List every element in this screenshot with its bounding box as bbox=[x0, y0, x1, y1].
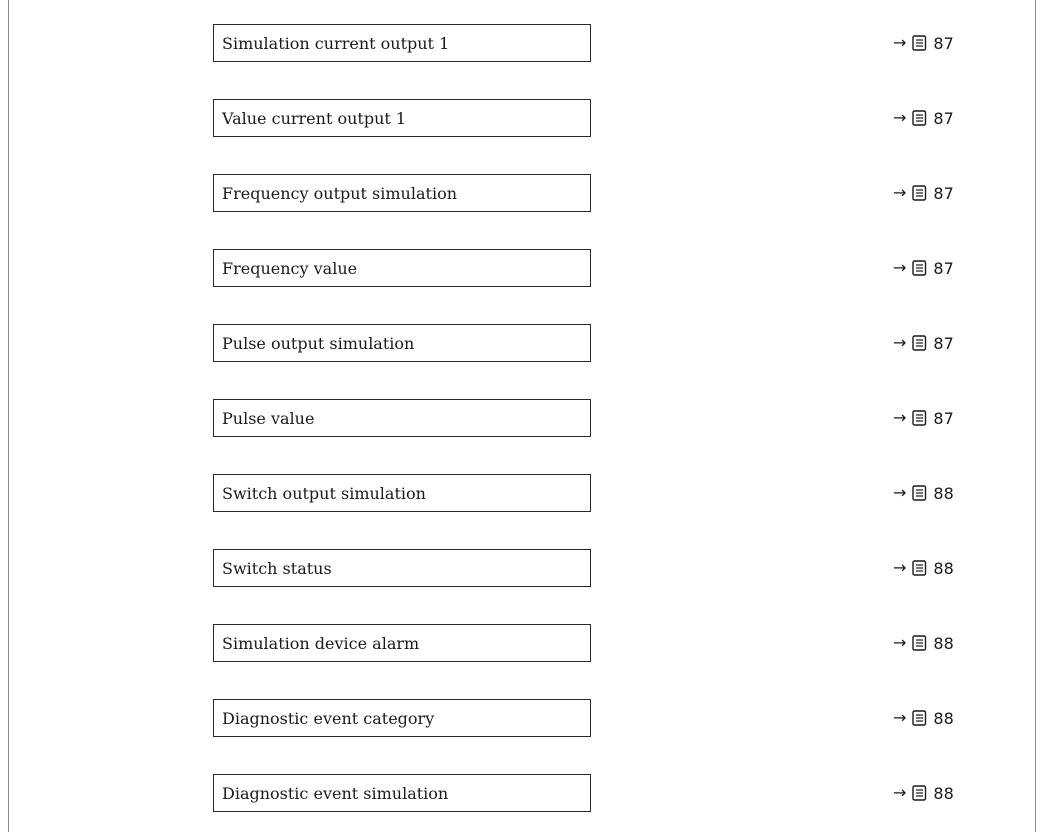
parameter-box[interactable]: Frequency output simulation bbox=[213, 174, 591, 212]
page-reference-link[interactable]: → 88 bbox=[893, 699, 954, 737]
book-icon bbox=[912, 110, 927, 126]
parameter-box[interactable]: Pulse output simulation bbox=[213, 324, 591, 362]
page-number: 88 bbox=[933, 783, 954, 803]
parameter-box[interactable]: Simulation current output 1 bbox=[213, 24, 591, 62]
page-number: 88 bbox=[933, 558, 954, 578]
page-reference-link[interactable]: → 87 bbox=[893, 399, 954, 437]
page-reference-link[interactable]: → 87 bbox=[893, 99, 954, 137]
parameter-box[interactable]: Switch status bbox=[213, 549, 591, 587]
parameter-row: Pulse value → 87 bbox=[0, 399, 1043, 437]
parameter-label: Pulse value bbox=[222, 408, 315, 428]
book-icon bbox=[912, 785, 927, 801]
parameter-box[interactable]: Diagnostic event category bbox=[213, 699, 591, 737]
page-reference-link[interactable]: → 87 bbox=[893, 249, 954, 287]
parameter-label: Simulation current output 1 bbox=[222, 33, 450, 53]
book-icon bbox=[912, 410, 927, 426]
parameter-row: Simulation device alarm → 88 bbox=[0, 624, 1043, 662]
page-reference-link[interactable]: → 88 bbox=[893, 774, 954, 812]
page-reference-link[interactable]: → 88 bbox=[893, 624, 954, 662]
parameter-row: Value current output 1 → 87 bbox=[0, 99, 1043, 137]
right-arrow-icon: → bbox=[893, 708, 907, 727]
parameter-label: Value current output 1 bbox=[222, 108, 407, 128]
page-number: 87 bbox=[933, 108, 954, 128]
page-number: 88 bbox=[933, 633, 954, 653]
right-arrow-icon: → bbox=[893, 33, 907, 52]
parameter-label: Diagnostic event category bbox=[222, 708, 435, 728]
parameter-label: Frequency output simulation bbox=[222, 183, 457, 203]
right-arrow-icon: → bbox=[893, 183, 907, 202]
page-reference-link[interactable]: → 87 bbox=[893, 324, 954, 362]
book-icon bbox=[912, 635, 927, 651]
book-icon bbox=[912, 35, 927, 51]
parameter-label: Frequency value bbox=[222, 258, 358, 278]
right-arrow-icon: → bbox=[893, 333, 907, 352]
page-number: 88 bbox=[933, 708, 954, 728]
page-number: 87 bbox=[933, 333, 954, 353]
right-arrow-icon: → bbox=[893, 633, 907, 652]
parameter-row: Simulation current output 1 → 87 bbox=[0, 24, 1043, 62]
right-arrow-icon: → bbox=[893, 783, 907, 802]
right-arrow-icon: → bbox=[893, 108, 907, 127]
book-icon bbox=[912, 560, 927, 576]
page-number: 87 bbox=[933, 33, 954, 53]
parameter-row: Frequency value → 87 bbox=[0, 249, 1043, 287]
parameter-label: Pulse output simulation bbox=[222, 333, 415, 353]
parameter-box[interactable]: Value current output 1 bbox=[213, 99, 591, 137]
parameter-row: Frequency output simulation → 87 bbox=[0, 174, 1043, 212]
book-icon bbox=[912, 485, 927, 501]
parameter-box[interactable]: Simulation device alarm bbox=[213, 624, 591, 662]
book-icon bbox=[912, 710, 927, 726]
parameter-row: Switch output simulation → 88 bbox=[0, 474, 1043, 512]
parameter-label: Switch output simulation bbox=[222, 483, 426, 503]
right-arrow-icon: → bbox=[893, 258, 907, 277]
book-icon bbox=[912, 260, 927, 276]
right-arrow-icon: → bbox=[893, 408, 907, 427]
parameter-label: Switch status bbox=[222, 558, 332, 578]
parameter-box[interactable]: Diagnostic event simulation bbox=[213, 774, 591, 812]
parameter-row: Switch status → 88 bbox=[0, 549, 1043, 587]
parameter-row: Pulse output simulation → 87 bbox=[0, 324, 1043, 362]
parameter-box[interactable]: Frequency value bbox=[213, 249, 591, 287]
page-reference-link[interactable]: → 87 bbox=[893, 24, 954, 62]
page-number: 87 bbox=[933, 258, 954, 278]
page-reference-link[interactable]: → 88 bbox=[893, 474, 954, 512]
parameter-box[interactable]: Pulse value bbox=[213, 399, 591, 437]
right-arrow-icon: → bbox=[893, 558, 907, 577]
book-icon bbox=[912, 335, 927, 351]
page-reference-link[interactable]: → 87 bbox=[893, 174, 954, 212]
book-icon bbox=[912, 185, 927, 201]
page-reference-link[interactable]: → 88 bbox=[893, 549, 954, 587]
page-number: 87 bbox=[933, 183, 954, 203]
page-number: 87 bbox=[933, 408, 954, 428]
parameter-label: Diagnostic event simulation bbox=[222, 783, 449, 803]
parameter-box[interactable]: Switch output simulation bbox=[213, 474, 591, 512]
parameter-row: Diagnostic event simulation → 88 bbox=[0, 774, 1043, 812]
parameter-label: Simulation device alarm bbox=[222, 633, 420, 653]
parameter-row: Diagnostic event category → 88 bbox=[0, 699, 1043, 737]
parameter-list: Simulation current output 1 → 87 Value c… bbox=[0, 0, 1043, 829]
page-number: 88 bbox=[933, 483, 954, 503]
right-arrow-icon: → bbox=[893, 483, 907, 502]
